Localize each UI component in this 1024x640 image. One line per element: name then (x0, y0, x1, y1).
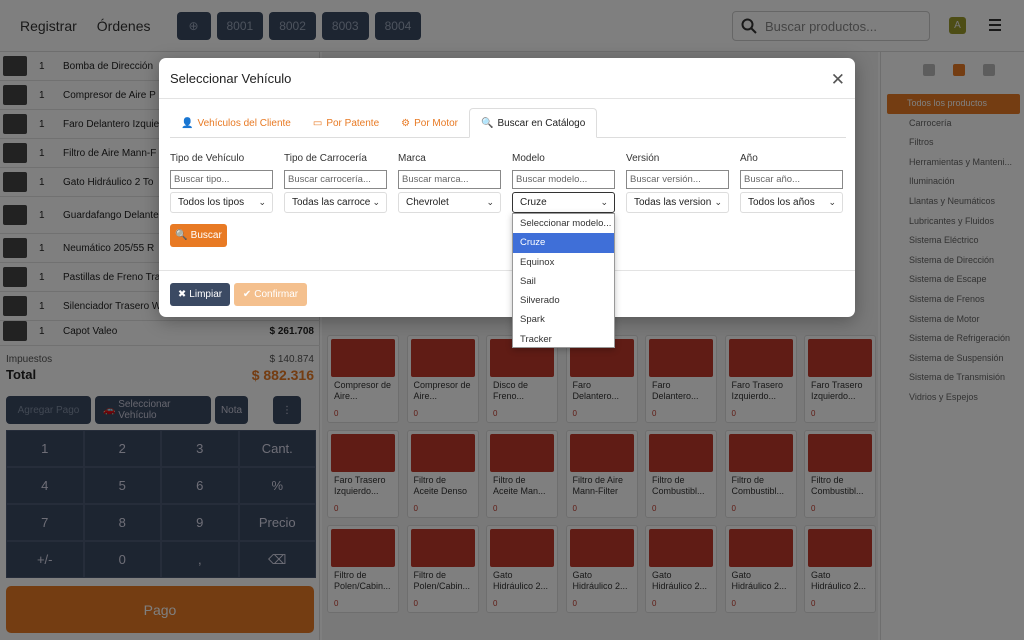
model-option-selected[interactable]: Cruze (513, 233, 614, 253)
model-option[interactable]: Silverado (513, 291, 614, 310)
model-search[interactable]: Buscar modelo... (512, 170, 615, 189)
chevron-down-icon: ⌄ (600, 197, 608, 207)
confirm-button[interactable]: ✔ Confirmar (234, 283, 307, 306)
brand-select[interactable]: Chevrolet ⌄ (398, 192, 501, 213)
model-select[interactable]: Cruze ⌄ (512, 192, 615, 213)
id-card-icon: ▭ (312, 117, 323, 129)
field-label: Tipo de Vehículo (170, 153, 245, 164)
year-field: Año Buscar año... Todos los años ⌄ (740, 153, 843, 213)
modal-tabs: 👤 Vehículos del Cliente ▭ Por Patente ⚙ Por… (170, 108, 846, 138)
brand-search[interactable]: Buscar marca... (398, 170, 501, 189)
confirm-button-label: Confirmar (254, 289, 299, 300)
tab-by-engine[interactable]: ⚙ Por Motor (390, 108, 469, 138)
version-search[interactable]: Buscar versión... (626, 170, 729, 189)
vehicle-type-select[interactable]: Todos los tipos ⌄ (170, 192, 273, 213)
model-field: Modelo Buscar modelo... Cruze ⌄ (512, 153, 615, 213)
tab-customer-vehicles[interactable]: 👤 Vehículos del Cliente (170, 108, 302, 138)
modal-footer: ✖ Limpiar ✔ Confirmar (159, 270, 855, 317)
chevron-down-icon: ⌄ (372, 197, 380, 207)
model-option[interactable]: Sail (513, 272, 614, 291)
brand-field: Marca Buscar marca... Chevrolet ⌄ (398, 153, 501, 213)
vehicle-type-field: Tipo de Vehículo Buscar tipo... Todos lo… (170, 153, 273, 213)
body-type-search[interactable]: Buscar carrocería... (284, 170, 387, 189)
model-option[interactable]: Seleccionar modelo... (513, 214, 614, 233)
close-icon: ✖ (177, 289, 187, 300)
field-label: Marca (398, 153, 426, 164)
model-option[interactable]: Equinox (513, 253, 614, 272)
select-value: Todas las carroce (292, 197, 371, 208)
check-icon: ✔ (242, 289, 252, 300)
search-icon: 🔍 (175, 230, 188, 241)
field-label: Modelo (512, 153, 545, 164)
close-icon[interactable]: ✕ (831, 70, 845, 90)
chevron-down-icon: ⌄ (258, 197, 266, 207)
tab-label: Por Motor (414, 117, 458, 129)
search-icon: 🔍 (481, 117, 494, 129)
user-icon: 👤 (181, 117, 194, 129)
model-option[interactable]: Tracker (513, 330, 614, 349)
tab-catalog-search[interactable]: 🔍 Buscar en Catálogo (469, 108, 598, 138)
tab-label: Por Patente (326, 117, 380, 129)
select-value: Chevrolet (406, 197, 449, 208)
chevron-down-icon: ⌄ (714, 197, 722, 207)
body-type-field: Tipo de Carrocería Buscar carrocería... … (284, 153, 387, 213)
body-type-select[interactable]: Todas las carroce ⌄ (284, 192, 387, 213)
version-select[interactable]: Todas las version ⌄ (626, 192, 729, 213)
chevron-down-icon: ⌄ (828, 197, 836, 207)
field-label: Versión (626, 153, 660, 164)
chevron-down-icon: ⌄ (486, 197, 494, 207)
modal-header: Seleccionar Vehículo (159, 58, 855, 99)
select-value: Todas las version (634, 197, 712, 208)
clear-button[interactable]: ✖ Limpiar (170, 283, 230, 306)
vehicle-type-search[interactable]: Buscar tipo... (170, 170, 273, 189)
field-label: Tipo de Carrocería (284, 153, 367, 164)
field-label: Año (740, 153, 758, 164)
clear-button-label: Limpiar (189, 289, 223, 300)
year-select[interactable]: Todos los años ⌄ (740, 192, 843, 213)
tab-label: Buscar en Catálogo (497, 117, 586, 129)
search-button-label: Buscar (190, 230, 222, 241)
gear-icon: ⚙ (401, 117, 411, 129)
tab-by-plate[interactable]: ▭ Por Patente (302, 108, 390, 138)
select-value: Todos los años (748, 197, 815, 208)
model-option[interactable]: Spark (513, 310, 614, 329)
modal-title: Seleccionar Vehículo (170, 70, 292, 86)
tab-label: Vehículos del Cliente (197, 117, 291, 129)
search-button[interactable]: 🔍 Buscar (170, 224, 227, 247)
model-dropdown-list: Seleccionar modelo... Cruze Equinox Sail… (512, 213, 615, 348)
version-field: Versión Buscar versión... Todas las vers… (626, 153, 729, 213)
select-value: Todos los tipos (178, 197, 245, 208)
year-search[interactable]: Buscar año... (740, 170, 843, 189)
select-value: Cruze (520, 197, 547, 208)
select-vehicle-modal: Seleccionar Vehículo ✕ 👤 Vehículos del Cl… (159, 58, 855, 317)
